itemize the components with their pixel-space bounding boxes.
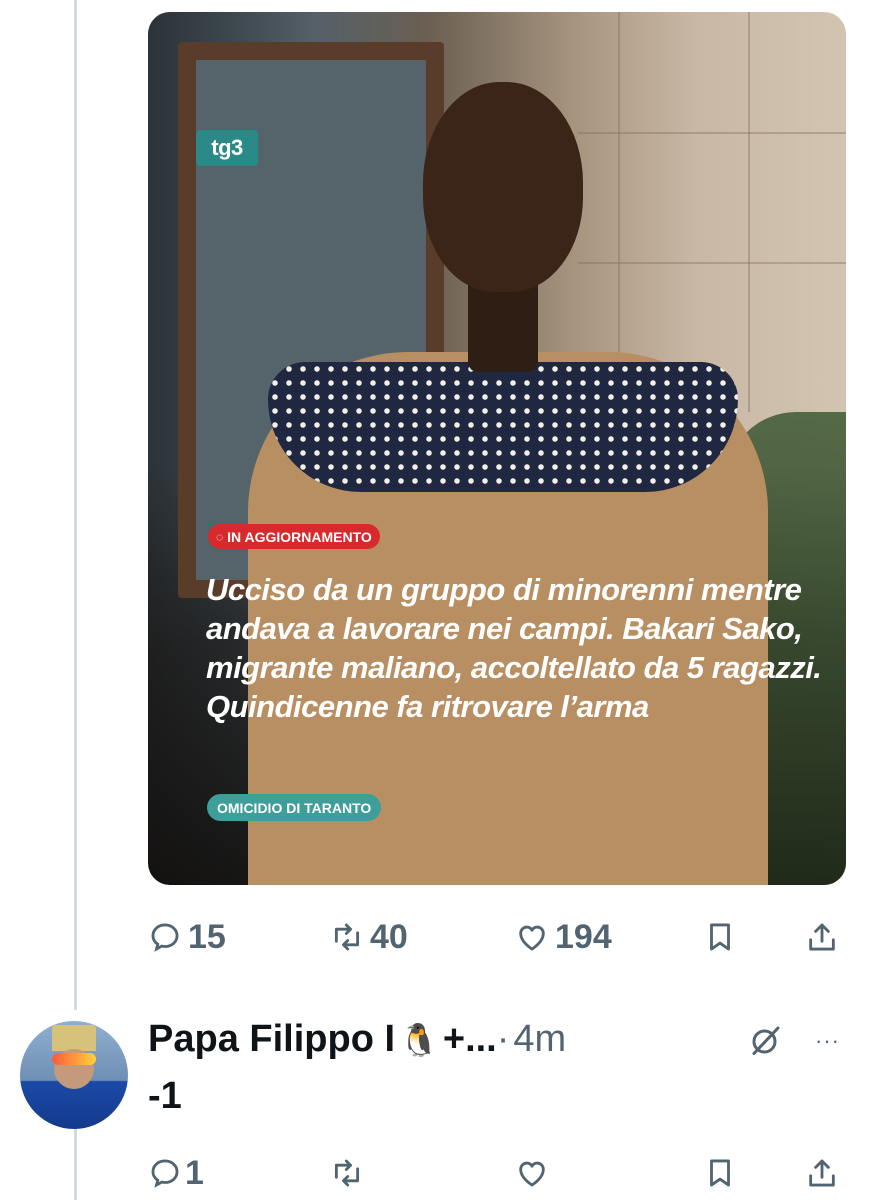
avatar[interactable] bbox=[20, 1021, 128, 1129]
like-button[interactable]: 194 bbox=[515, 912, 612, 962]
reply-button[interactable]: 15 bbox=[148, 912, 226, 962]
thread-line bbox=[74, 1128, 77, 1200]
topic-badge: OMICIDIO DI TARANTO bbox=[207, 794, 382, 821]
share-icon bbox=[809, 923, 835, 951]
reply-count: 1 bbox=[185, 1153, 204, 1192]
tg3-logo: tg3 bbox=[196, 130, 258, 166]
reply-icon bbox=[151, 923, 179, 952]
reply-text: -1 bbox=[148, 1075, 182, 1117]
penguin-emoji: 🐧 bbox=[399, 1021, 439, 1058]
heart-icon bbox=[519, 1161, 545, 1187]
heart-icon bbox=[519, 925, 545, 951]
more-options-icon[interactable]: ··· bbox=[815, 1028, 840, 1054]
wall-line bbox=[578, 262, 846, 264]
repost-icon bbox=[334, 1159, 360, 1187]
thread-line bbox=[74, 0, 77, 1010]
grok-icon[interactable] bbox=[748, 1022, 784, 1058]
repost-button[interactable] bbox=[330, 1148, 364, 1198]
bookmark-icon bbox=[710, 1159, 730, 1187]
reply-count: 15 bbox=[188, 917, 226, 956]
avatar-glasses bbox=[52, 1053, 96, 1065]
bookmark-button[interactable] bbox=[703, 912, 737, 962]
wall-line bbox=[578, 132, 846, 134]
live-update-badge: ◌ IN AGGIORNAMENTO bbox=[208, 524, 380, 549]
repost-button[interactable]: 40 bbox=[330, 912, 408, 962]
like-count: 194 bbox=[555, 917, 612, 956]
reply-button[interactable]: 1 bbox=[148, 1148, 204, 1198]
avatar-crown bbox=[52, 1025, 96, 1051]
refresh-icon: ◌ bbox=[216, 529, 224, 544]
author-name-suffix: +... bbox=[442, 1018, 497, 1060]
share-button[interactable] bbox=[805, 1148, 839, 1198]
robe-embroidery bbox=[268, 362, 738, 492]
live-update-label: IN AGGIORNAMENTO bbox=[227, 528, 372, 545]
wall-line bbox=[748, 12, 750, 412]
separator-dot: · bbox=[496, 1018, 510, 1060]
post-action-bar: 15 40 194 bbox=[148, 912, 848, 962]
reply-header: Papa Filippo I 🐧 +... · 4m bbox=[148, 1012, 848, 1067]
share-button[interactable] bbox=[805, 912, 839, 962]
timestamp[interactable]: 4m bbox=[513, 1018, 566, 1061]
like-button[interactable] bbox=[515, 1148, 549, 1198]
bookmark-button[interactable] bbox=[703, 1148, 737, 1198]
news-headline: Ucciso da un gruppo di minorenni mentre … bbox=[206, 572, 822, 724]
reply-action-bar: 1 bbox=[148, 1148, 848, 1198]
repost-icon bbox=[334, 923, 360, 951]
author-name[interactable]: Papa Filippo I bbox=[148, 1018, 395, 1061]
post-media-image[interactable]: tg3 ◌ IN AGGIORNAMENTO Ucciso da un grup… bbox=[148, 12, 846, 885]
repost-count: 40 bbox=[370, 917, 408, 956]
reply-icon bbox=[151, 1159, 179, 1188]
share-icon bbox=[809, 1159, 835, 1187]
person-head bbox=[423, 82, 583, 292]
bookmark-icon bbox=[710, 923, 730, 951]
